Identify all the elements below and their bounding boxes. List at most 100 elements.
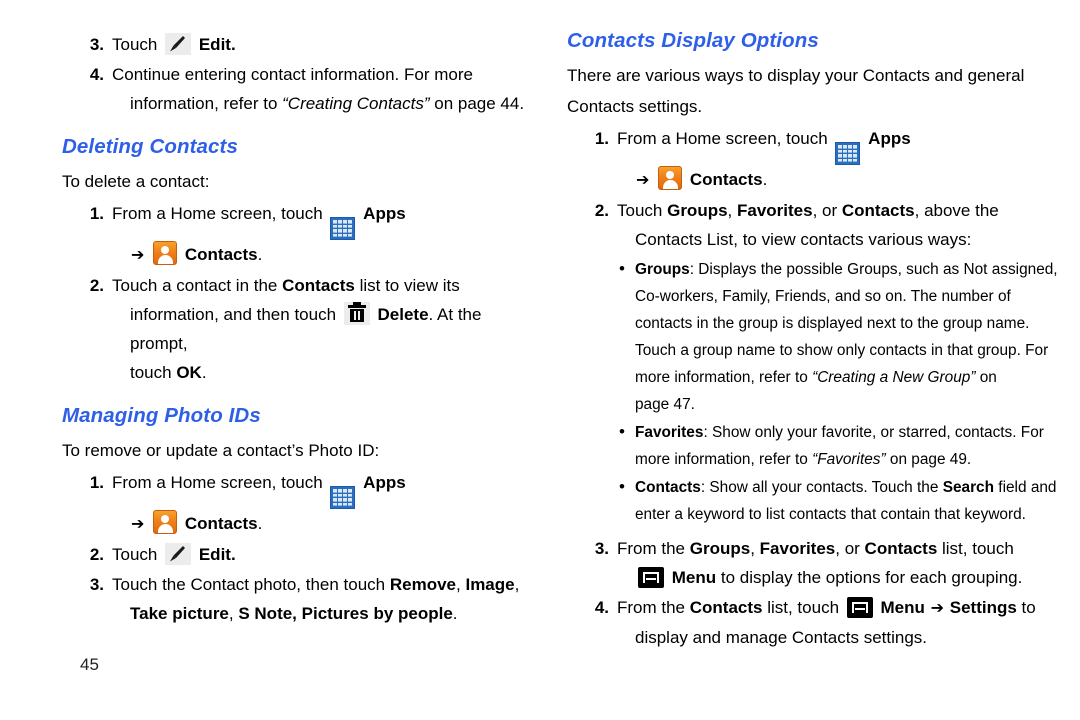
text-fragment: , or: [835, 539, 865, 559]
display-options-bullet-list: • Groups: Displays the possible Groups, …: [567, 256, 1067, 528]
intro-line-2: Contacts settings.: [567, 96, 703, 116]
menu-key-icon: [638, 567, 664, 589]
text-fragment: list, touch: [762, 598, 840, 618]
contacts-person-icon: [153, 241, 178, 266]
text-fragment: Co-workers, Family, Friends, and so on. …: [635, 288, 1011, 306]
left-column: 3. Touch Edit. 4. Continue entering cont…: [62, 30, 537, 629]
text-fragment: ,: [228, 604, 239, 624]
text-fragment: : Displays the possible Groups, such as …: [689, 261, 1058, 279]
apps-label: Apps: [363, 203, 406, 223]
text-fragment: on page 49.: [885, 451, 972, 469]
step-continue-entering: 4. Continue entering contact information…: [62, 60, 537, 118]
arrow-icon: ➔: [930, 600, 945, 618]
text-fragment: ,: [750, 539, 760, 559]
contacts-label: Contacts: [184, 245, 258, 265]
edit-label: Edit.: [198, 35, 236, 54]
step-line-2: ➔ Contacts.: [112, 240, 537, 270]
step-number: 2.: [594, 201, 609, 221]
trash-icon: [343, 302, 370, 326]
step-line-1: Continue entering contact information. F…: [112, 65, 473, 84]
intro-photo-id: To remove or update a contact’s Photo ID…: [62, 440, 380, 460]
manual-page: 3. Touch Edit. 4. Continue entering cont…: [0, 0, 1080, 720]
favorites-label: Favorites: [737, 201, 813, 221]
step-text: From a Home screen, touch: [112, 472, 323, 492]
text-fragment: .: [452, 604, 458, 624]
contacts-person-icon: [153, 510, 178, 535]
step-open-contacts-delete: 1. From a Home screen, touch Apps ➔ Cont…: [62, 199, 537, 271]
text-fragment: Touch a group name to show only contacts…: [635, 342, 1049, 360]
text-fragment: information, refer to: [130, 94, 283, 113]
text-fragment: ,: [514, 575, 520, 595]
text-fragment: Touch the Contact photo, then touch: [112, 575, 390, 595]
apps-label: Apps: [363, 472, 406, 492]
step-number: 3.: [89, 35, 104, 54]
step-number: 1.: [594, 128, 609, 148]
search-label: Search: [942, 479, 995, 497]
favorites-label: Favorites: [759, 539, 836, 559]
step-number: 3.: [89, 575, 104, 595]
list-item: • Groups: Displays the possible Groups, …: [567, 256, 1067, 418]
bullet-label-contacts: Contacts: [635, 479, 701, 497]
contacts-label: Contacts: [841, 201, 915, 221]
heading-contacts-display-options: Contacts Display Options: [567, 29, 819, 52]
heading-deleting-contacts: Deleting Contacts: [62, 135, 238, 158]
s-note-pictures-label: S Note, Pictures by people: [238, 604, 453, 624]
text-fragment: more information, refer to: [635, 369, 813, 387]
text-fragment: on: [975, 369, 997, 387]
step-line-3: touch OK.: [112, 358, 537, 387]
step-touch-groups-favorites: 2. Touch Groups, Favorites, or Contacts,…: [567, 196, 1067, 254]
step-line-2: Contacts List, to view contacts various …: [635, 230, 972, 250]
text-fragment: ,: [727, 201, 737, 221]
step-number: 2.: [89, 276, 104, 296]
text-fragment: : Show all your contacts. Touch the: [700, 479, 943, 497]
step-touch-contact-delete: 2. Touch a contact in the Contacts list …: [62, 271, 537, 387]
step-text: Touch: [112, 35, 158, 54]
intro-delete-contact: To delete a contact:: [62, 171, 210, 191]
step-touch-contact-photo: 3. Touch the Contact photo, then touch R…: [62, 570, 537, 628]
step-line-2: information, refer to “Creating Contacts…: [112, 89, 537, 118]
text-fragment: on page 44.: [429, 94, 525, 113]
list-item: • Contacts: Show all your contacts. Touc…: [567, 474, 1067, 528]
text-fragment: From the: [617, 539, 690, 559]
step-text: From a Home screen, touch: [112, 203, 323, 223]
contacts-label: Contacts: [864, 539, 938, 559]
text-fragment: Touch: [617, 201, 668, 221]
contacts-person-icon: [658, 166, 683, 191]
contacts-label: Contacts: [184, 514, 258, 534]
step-touch-menu-grouping: 3. From the Groups, Favorites, or Contac…: [567, 534, 1067, 592]
menu-label: Menu: [880, 598, 925, 618]
text-fragment: .: [201, 363, 207, 383]
bullet-icon: •: [619, 259, 625, 279]
image-label: Image: [465, 575, 515, 595]
apps-grid-icon: [330, 486, 356, 510]
contacts-label: Contacts: [689, 170, 763, 190]
cross-reference: “Favorites”: [812, 451, 886, 469]
text-fragment: .: [257, 245, 263, 265]
list-item: • Favorites: Show only your favorite, or…: [567, 419, 1067, 473]
text-fragment: From the: [617, 598, 690, 618]
right-column: Contacts Display Options There are vario…: [567, 29, 1067, 653]
apps-label: Apps: [868, 128, 911, 148]
page-number: 45: [80, 655, 99, 674]
bullet-icon: •: [619, 422, 625, 442]
step-number: 1.: [89, 472, 104, 492]
text-fragment: contacts in the group is displayed next …: [635, 315, 1030, 333]
groups-label: Groups: [667, 201, 728, 221]
contacts-label: Contacts: [689, 598, 763, 618]
step-number: 3.: [594, 539, 609, 559]
step-line-2: information, and then touch Delete. At t…: [112, 300, 537, 358]
text-fragment: page 47.: [635, 396, 695, 414]
text-fragment: to: [1016, 598, 1036, 618]
apps-grid-icon: [330, 217, 356, 241]
text-fragment: enter a keyword to list contacts that co…: [635, 506, 1026, 524]
settings-label: Settings: [949, 598, 1017, 618]
step-line-2: Menu to display the options for each gro…: [617, 563, 1067, 592]
step-line-2: Take picture, S Note, Pictures by people…: [112, 599, 537, 628]
step-touch-edit-photo: 2. Touch Edit.: [62, 540, 537, 569]
step-text: From a Home screen, touch: [617, 128, 828, 148]
step-line-2: ➔ Contacts.: [617, 165, 1067, 195]
step-line-2: display and manage Contacts settings.: [635, 628, 928, 648]
step-number: 2.: [89, 545, 104, 565]
edit-label: Edit.: [198, 545, 236, 565]
text-fragment: .: [257, 514, 263, 534]
